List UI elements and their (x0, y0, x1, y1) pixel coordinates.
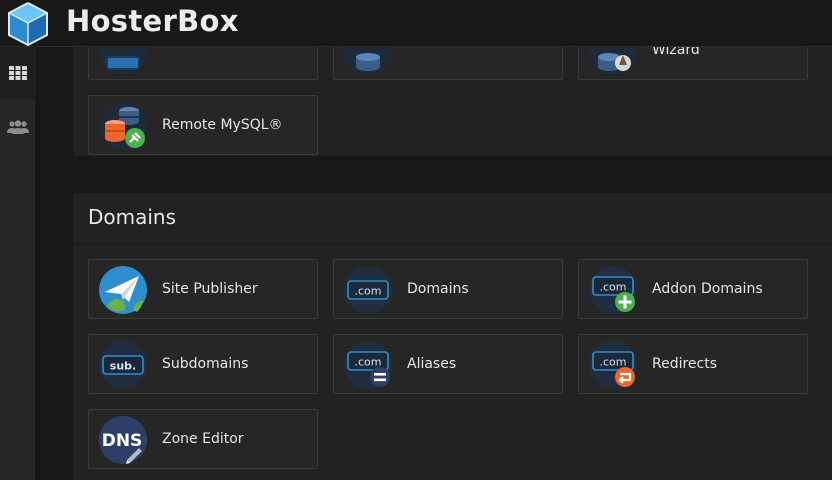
tile-mysql-database-wizard[interactable]: Wizard (578, 47, 808, 80)
domain-badge-text: .com (355, 356, 382, 369)
main-content: Wizard Remote MySQL® Domains Site Publis… (37, 47, 832, 480)
database-wizard-icon (589, 47, 637, 75)
tile-label: Domains (407, 281, 469, 297)
remote-mysql-icon (99, 102, 147, 150)
tile-redirects[interactable]: .com Redirects (578, 334, 808, 394)
tile-label: Remote MySQL® (162, 117, 283, 133)
addon-domains-icon: .com (589, 266, 637, 314)
grid-icon (9, 66, 27, 80)
tile-label: Site Publisher (162, 281, 258, 297)
database-icon (344, 47, 392, 75)
sidebar-item-tools[interactable] (0, 47, 36, 99)
tile-label: Wizard (652, 47, 700, 58)
domain-badge-text: .com (600, 356, 627, 369)
tile-aliases[interactable]: .com Aliases (333, 334, 563, 394)
tile-label: Subdomains (162, 356, 249, 372)
users-icon (7, 120, 29, 134)
hosterbox-logo-icon[interactable] (6, 1, 50, 47)
aliases-icon: .com (344, 341, 392, 389)
phpmyadmin-icon (99, 47, 147, 75)
tile-subdomains[interactable]: sub. Subdomains (88, 334, 318, 394)
tile-mysql-databases[interactable] (333, 47, 563, 80)
domains-panel: Domains Site Publisher .com Domains .com… (73, 193, 832, 480)
redirects-icon: .com (589, 341, 637, 389)
subdomains-icon: sub. (99, 341, 147, 389)
tile-label: Addon Domains (652, 281, 763, 297)
domains-icon: .com (344, 266, 392, 314)
domain-badge-text: .com (355, 285, 382, 298)
tile-label: Aliases (407, 356, 457, 372)
tile-site-publisher[interactable]: Site Publisher (88, 259, 318, 319)
tile-label: Redirects (652, 356, 718, 372)
tile-remote-mysql[interactable]: Remote MySQL® (88, 95, 318, 155)
tile-label: Zone Editor (162, 431, 244, 447)
tile-addon-domains[interactable]: .com Addon Domains (578, 259, 808, 319)
tile-zone-editor[interactable]: DNS Zone Editor (88, 409, 318, 469)
tile-domains[interactable]: .com Domains (333, 259, 563, 319)
section-title-domains[interactable]: Domains (88, 205, 176, 229)
section-divider (73, 243, 832, 244)
domain-badge-text: .com (600, 281, 627, 294)
domain-badge-text: sub. (110, 360, 136, 373)
top-bar: HosterBox (0, 0, 832, 47)
dns-badge-text: DNS (102, 431, 143, 451)
zone-editor-icon: DNS (99, 416, 147, 464)
tile-phpmyadmin[interactable] (88, 47, 318, 80)
brand-name[interactable]: HosterBox (66, 4, 239, 38)
databases-panel: Wizard Remote MySQL® (73, 47, 832, 156)
site-publisher-icon (99, 266, 147, 314)
left-sidebar (0, 47, 36, 480)
sidebar-item-users[interactable] (0, 101, 36, 153)
